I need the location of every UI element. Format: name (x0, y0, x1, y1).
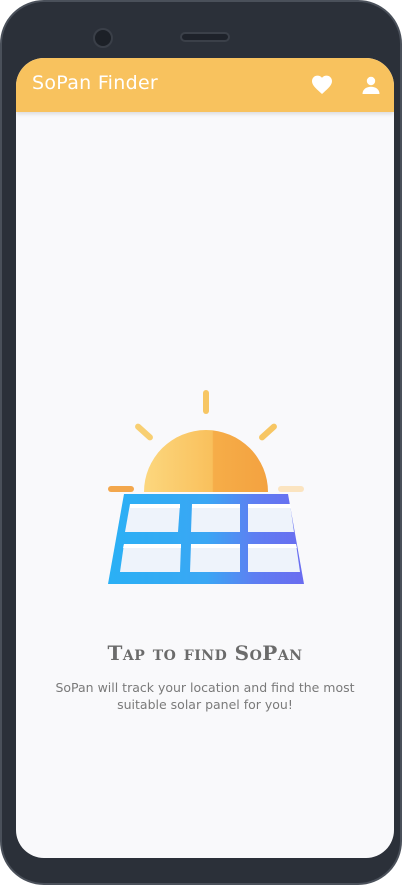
tap-to-find-heading: Tap to find SoPan (107, 641, 303, 665)
phone-frame: SoPan Finder Tap to find SoPan SoPan wil… (0, 0, 402, 885)
app-screen: SoPan Finder Tap to find SoPan SoPan wil… (16, 58, 394, 858)
earpiece-speaker (180, 32, 230, 42)
app-bar: SoPan Finder (16, 58, 394, 112)
sun (144, 430, 268, 492)
heart-icon (312, 75, 332, 94)
profile-button[interactable] (359, 73, 383, 97)
favorites-button[interactable] (310, 73, 334, 97)
solar-panel-illustration (108, 390, 304, 584)
front-camera (93, 28, 113, 48)
description-text: SoPan will track your location and find … (55, 680, 355, 712)
app-title: SoPan Finder (32, 72, 159, 94)
find-sopan-button[interactable] (106, 388, 306, 593)
person-icon (362, 76, 380, 94)
